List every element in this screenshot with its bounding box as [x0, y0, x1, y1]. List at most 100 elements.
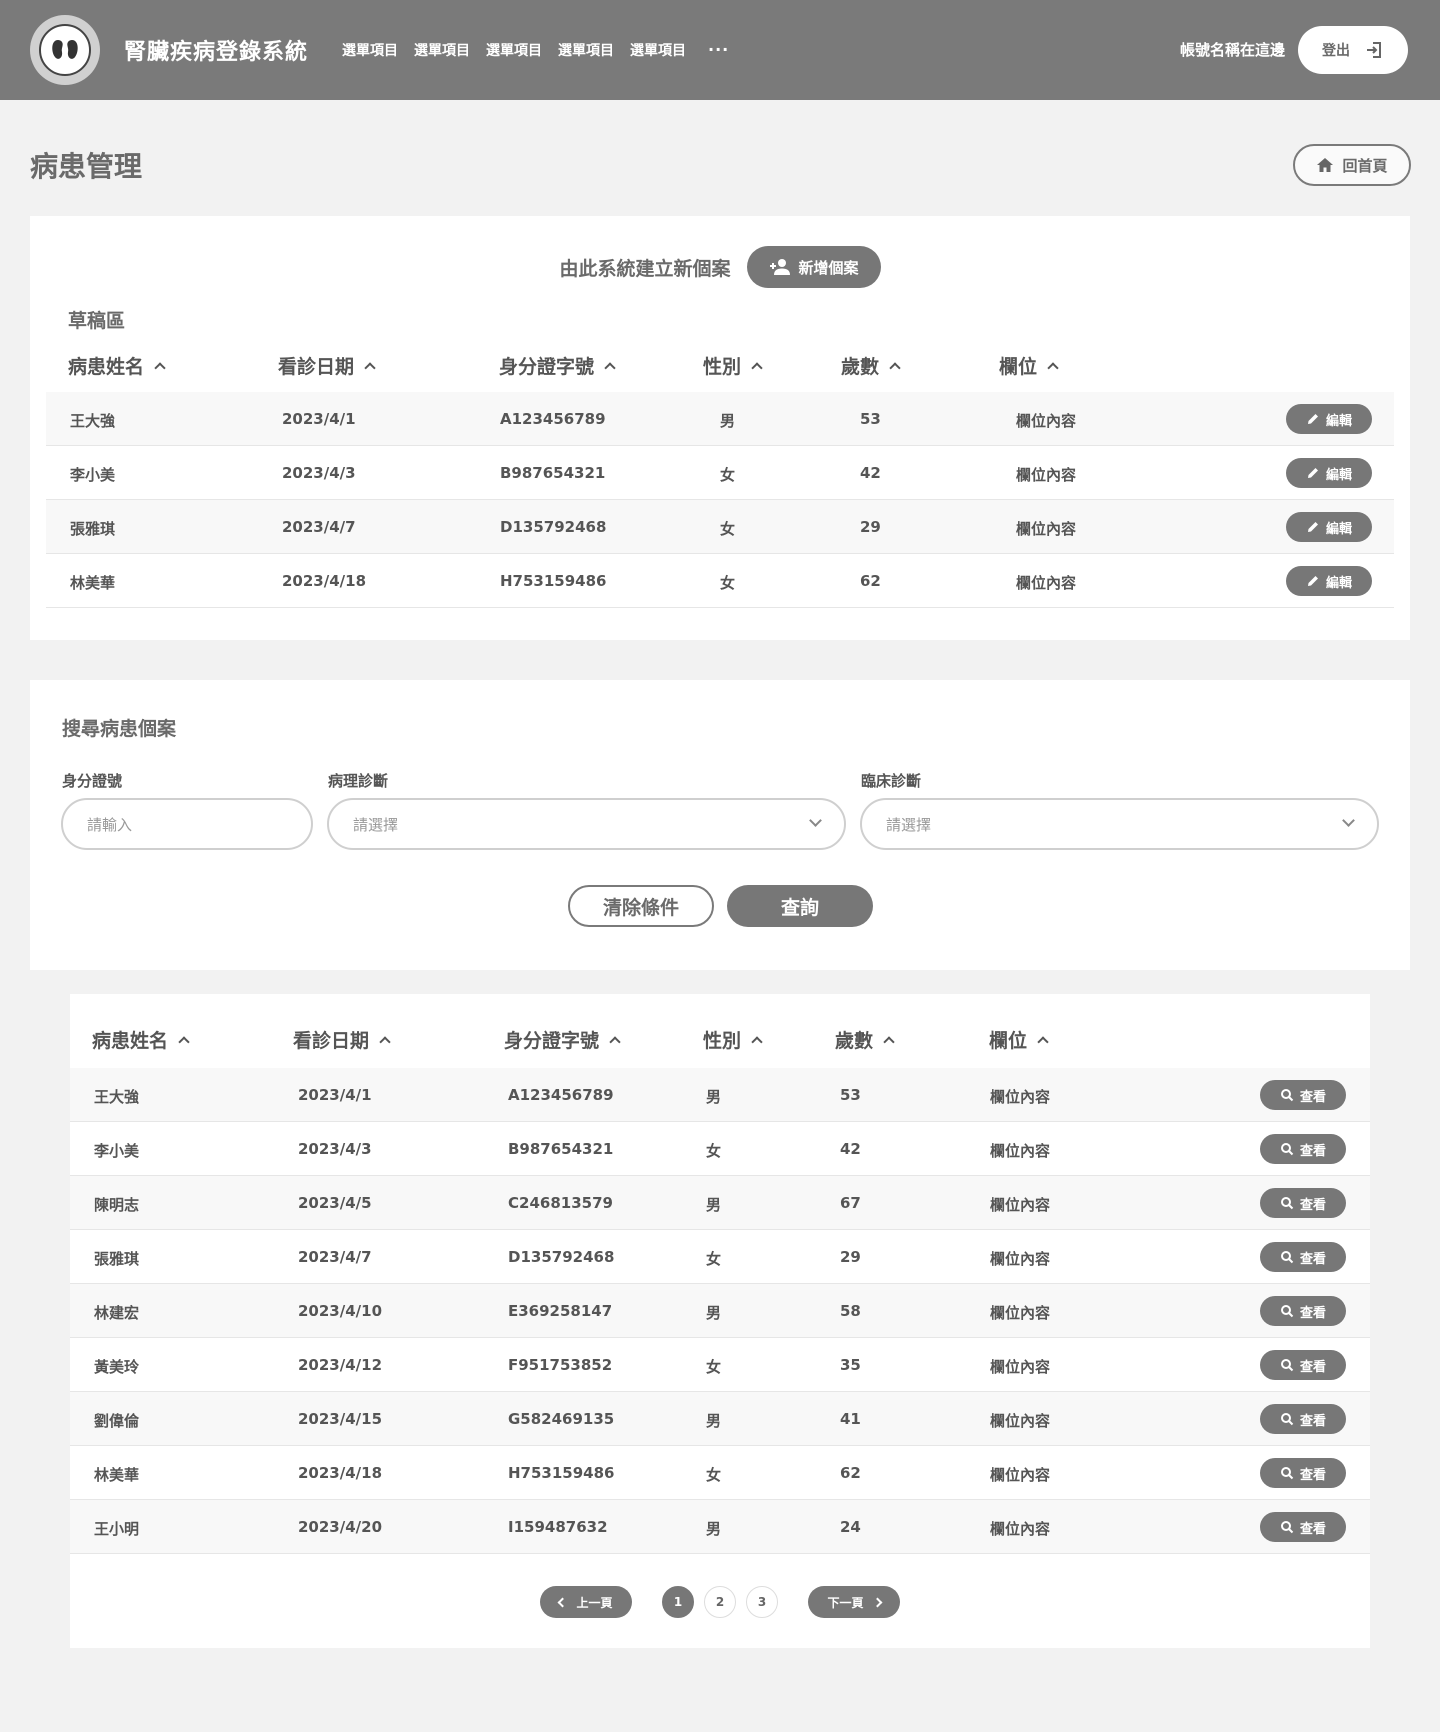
clinical-placeholder: 請選擇 — [886, 815, 932, 834]
app-title: 腎臟疾病登錄系統 — [124, 40, 309, 65]
cell-id: D135792468 — [508, 1248, 615, 1266]
cell-age: 24 — [840, 1518, 861, 1536]
sort-up-icon — [178, 1036, 190, 1048]
cell-sex: 女 — [706, 1142, 722, 1160]
col-label: 歲數 — [835, 1030, 874, 1052]
cell-age: 58 — [840, 1302, 861, 1320]
cell-id: H753159486 — [508, 1464, 615, 1482]
cell-date: 2023/4/3 — [282, 464, 356, 482]
cell-field: 欄位內容 — [990, 1088, 1051, 1106]
edit-button[interactable]: 編輯 — [1286, 404, 1372, 434]
cell-sex: 男 — [706, 1520, 722, 1538]
view-button[interactable]: 查看 — [1260, 1188, 1346, 1218]
col-name-header[interactable]: 病患姓名 — [68, 352, 166, 379]
view-button-label: 查看 — [1299, 1359, 1326, 1375]
cell-id: C246813579 — [508, 1194, 613, 1212]
cell-date: 2023/4/7 — [282, 518, 356, 536]
edit-button[interactable]: 編輯 — [1286, 458, 1372, 488]
edit-button[interactable]: 編輯 — [1286, 566, 1372, 596]
cell-field: 欄位內容 — [1016, 520, 1077, 538]
kidney-logo-icon — [39, 24, 91, 76]
view-button[interactable]: 查看 — [1260, 1134, 1346, 1164]
table-row: 張雅琪 2023/4/7 D135792468 女 29 欄位內容 查看 — [70, 1230, 1370, 1284]
pathology-placeholder: 請選擇 — [353, 815, 399, 834]
next-page-button[interactable]: 下一頁 — [808, 1586, 900, 1618]
col-age-header[interactable]: 歲數 — [841, 352, 901, 379]
id-input[interactable]: 請輸入 — [61, 798, 313, 850]
col-age-header[interactable]: 歲數 — [835, 1026, 895, 1053]
search-icon — [1280, 1520, 1294, 1534]
add-case-button[interactable]: 新增個案 — [746, 246, 881, 288]
view-button-label: 查看 — [1299, 1521, 1326, 1537]
cell-id: G582469135 — [508, 1410, 615, 1428]
prev-page-button[interactable]: 上一頁 — [540, 1586, 632, 1618]
cell-name: 李小美 — [94, 1142, 140, 1160]
col-label: 歲數 — [841, 356, 880, 378]
cell-age: 41 — [840, 1410, 861, 1428]
clear-button[interactable]: 清除條件 — [568, 885, 714, 927]
col-label: 性別 — [703, 356, 742, 378]
col-label: 身分證字號 — [504, 1030, 600, 1052]
cell-name: 黃美玲 — [94, 1358, 140, 1376]
nav-item[interactable]: 選單項目 — [414, 40, 470, 60]
col-id-header[interactable]: 身分證字號 — [499, 352, 616, 379]
cell-sex: 女 — [720, 574, 736, 592]
home-button[interactable]: 回首頁 — [1293, 144, 1411, 186]
view-button[interactable]: 查看 — [1260, 1512, 1346, 1542]
cell-sex: 男 — [706, 1196, 722, 1214]
cell-field: 欄位內容 — [990, 1412, 1051, 1430]
edit-button-label: 編輯 — [1325, 413, 1352, 429]
nav-item[interactable]: 選單項目 — [630, 40, 686, 60]
table-row: 林美華 2023/4/18 H753159486 女 62 欄位內容 查看 — [70, 1446, 1370, 1500]
logout-button[interactable]: 登出 — [1298, 26, 1408, 74]
clinical-select[interactable]: 請選擇 — [860, 798, 1379, 850]
query-button[interactable]: 查詢 — [727, 885, 873, 927]
view-button[interactable]: 查看 — [1260, 1458, 1346, 1488]
cell-name: 王大強 — [94, 1088, 140, 1106]
cell-sex: 女 — [706, 1250, 722, 1268]
col-date-header[interactable]: 看診日期 — [278, 352, 376, 379]
col-field-header[interactable]: 欄位 — [989, 1026, 1049, 1053]
col-name-header[interactable]: 病患姓名 — [92, 1026, 190, 1053]
account-name: 帳號名稱在這邊 — [1179, 41, 1285, 59]
edit-button[interactable]: 編輯 — [1286, 512, 1372, 542]
view-button[interactable]: 查看 — [1260, 1404, 1346, 1434]
pathology-label: 病理診斷 — [328, 772, 389, 790]
col-sex-header[interactable]: 性別 — [703, 1026, 763, 1053]
col-id-header[interactable]: 身分證字號 — [504, 1026, 621, 1053]
cell-age: 42 — [860, 464, 881, 482]
pathology-select[interactable]: 請選擇 — [327, 798, 846, 850]
pencil-icon — [1306, 574, 1320, 588]
cell-sex: 男 — [706, 1304, 722, 1322]
view-button[interactable]: 查看 — [1260, 1350, 1346, 1380]
page-3-button[interactable]: 3 — [746, 1586, 778, 1618]
cell-age: 62 — [840, 1464, 861, 1482]
col-field-header[interactable]: 欄位 — [999, 352, 1059, 379]
view-button-label: 查看 — [1299, 1197, 1326, 1213]
view-button-label: 查看 — [1299, 1305, 1326, 1321]
pencil-icon — [1306, 520, 1320, 534]
view-button[interactable]: 查看 — [1260, 1080, 1346, 1110]
table-row: 林建宏 2023/4/10 E369258147 男 58 欄位內容 查看 — [70, 1284, 1370, 1338]
nav-item[interactable]: 選單項目 — [486, 40, 542, 60]
results-card: 病患姓名 看診日期 身分證字號 性別 歲數 欄位 王大強 2023/4/1 A123… — [70, 994, 1370, 1648]
table-row: 林美華 2023/4/18 H753159486 女 62 欄位內容 編輯 — [46, 554, 1394, 608]
sort-up-icon — [609, 1036, 621, 1048]
page-1-button[interactable]: 1 — [662, 1586, 694, 1618]
col-date-header[interactable]: 看診日期 — [293, 1026, 391, 1053]
add-case-label: 新增個案 — [798, 258, 859, 277]
nav-item[interactable]: 選單項目 — [342, 40, 398, 60]
nav-item[interactable]: 選單項目 — [558, 40, 614, 60]
cell-age: 29 — [860, 518, 881, 536]
view-button[interactable]: 查看 — [1260, 1242, 1346, 1272]
page-2-button[interactable]: 2 — [704, 1586, 736, 1618]
table-row: 李小美 2023/4/3 B987654321 女 42 欄位內容 編輯 — [46, 446, 1394, 500]
view-button[interactable]: 查看 — [1260, 1296, 1346, 1326]
cell-field: 欄位內容 — [990, 1196, 1051, 1214]
more-menu-icon[interactable]: ··· — [708, 40, 729, 60]
col-sex-header[interactable]: 性別 — [703, 352, 763, 379]
clinical-label: 臨床診斷 — [861, 772, 922, 790]
cell-date: 2023/4/1 — [282, 410, 356, 428]
logo[interactable] — [30, 15, 100, 85]
col-label: 性別 — [703, 1030, 742, 1052]
